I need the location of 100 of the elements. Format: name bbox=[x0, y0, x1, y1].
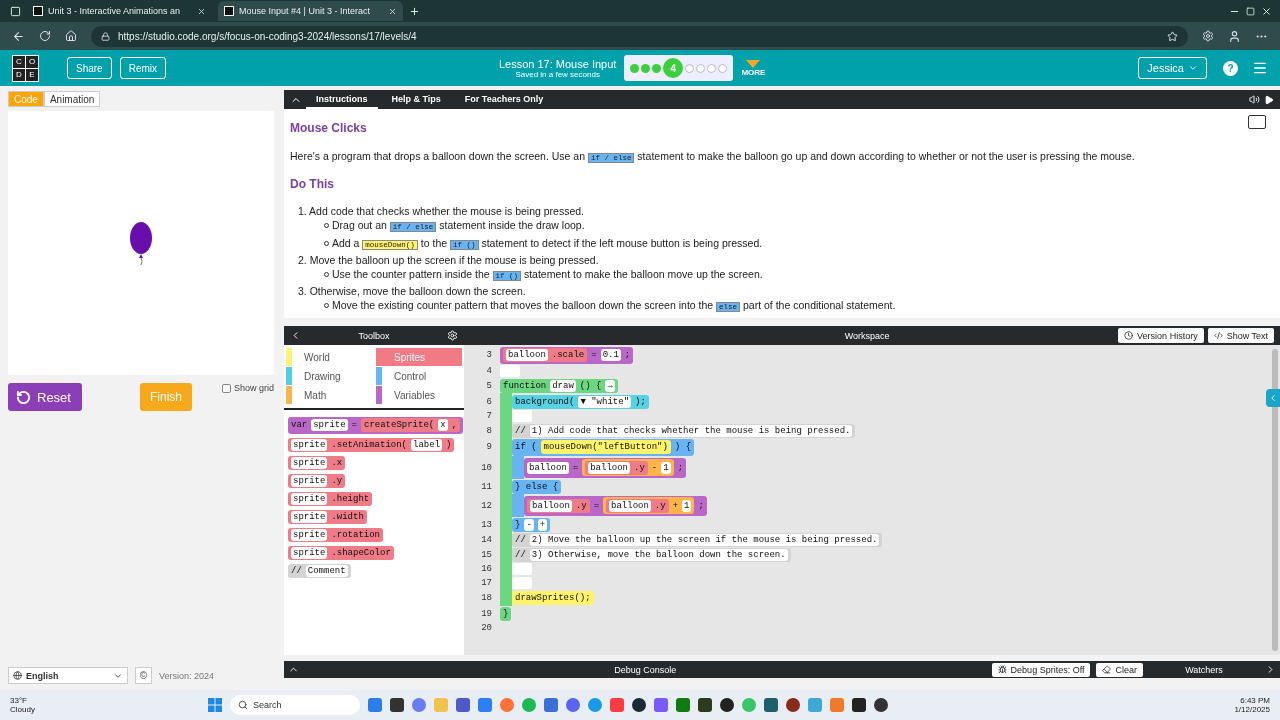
instruction-heading: Do This bbox=[290, 177, 335, 191]
code-block[interactable]: sprite .width bbox=[288, 509, 367, 524]
code-slot: 1) Add code that checks whether the mouse is being pressed. bbox=[529, 424, 853, 437]
code-token: + bbox=[672, 499, 679, 512]
toolbox-title: Toolbox bbox=[358, 330, 390, 341]
lesson-title: Lesson 17: Mouse Input bbox=[498, 57, 617, 70]
instructions-tab[interactable]: Help & Tips bbox=[381, 90, 451, 109]
code-slot: sprite bbox=[291, 438, 328, 451]
code-token: .y bbox=[654, 499, 666, 512]
code-token: function bbox=[503, 379, 547, 392]
code-token: .scale bbox=[551, 349, 585, 361]
code-block[interactable]: var sprite = createSprite( x , bbox=[288, 416, 464, 434]
code-block[interactable]: sprite .x bbox=[288, 455, 346, 470]
line-number: 11 bbox=[480, 480, 492, 494]
code-slot: 0.1 bbox=[600, 349, 621, 361]
code-slot: 2) Move the balloon up the screen if the mouse is being pressed. bbox=[529, 533, 880, 546]
code-token: var bbox=[291, 419, 308, 431]
clock: 6:43 PM 1/12/2025 bbox=[1234, 696, 1270, 714]
code-slot: x bbox=[438, 419, 448, 431]
code-block[interactable]: sprite .rotation bbox=[288, 527, 383, 542]
line-number: 20 bbox=[480, 622, 492, 635]
code-slot: sprite bbox=[291, 510, 328, 523]
workspace-button[interactable]: Show Text bbox=[1207, 328, 1274, 343]
code-token: .shapeColor bbox=[331, 546, 391, 559]
code-slot: + bbox=[537, 518, 548, 531]
code-token: = bbox=[351, 419, 357, 431]
show-grid-checkbox[interactable]: Show grid bbox=[221, 383, 274, 393]
instructions-tab[interactable]: For Teachers Only bbox=[454, 90, 554, 109]
code-slot: sprite bbox=[291, 474, 328, 487]
code-slot: sprite bbox=[291, 528, 328, 541]
code-slot: label bbox=[411, 438, 443, 451]
code-block[interactable]: balloon .y bbox=[606, 498, 669, 513]
line-number: 6 bbox=[485, 395, 492, 409]
browser-tab[interactable]: Mouse Input #4 | Unit 3 - Interact bbox=[218, 1, 403, 21]
line-number: 9 bbox=[485, 441, 492, 454]
line-number: 5 bbox=[485, 379, 492, 393]
line-number: 19 bbox=[480, 607, 492, 621]
address-bar[interactable]: https://studio.code.org/s/focus-on-coding3-2024/lessons/17/levels/4 bbox=[91, 25, 1188, 47]
code-block[interactable]: sprite .setAnimation( label ) bbox=[288, 437, 455, 452]
code-token: .y bbox=[634, 461, 645, 474]
code-token: , bbox=[451, 419, 458, 431]
code-token: createSprite( bbox=[364, 419, 435, 431]
code-token: ; bbox=[698, 499, 704, 512]
code-token: = bbox=[572, 461, 579, 474]
code-slot: balloon bbox=[588, 461, 631, 474]
code-block[interactable]: balloon .y bbox=[527, 498, 590, 513]
line-number: 4 bbox=[485, 365, 492, 378]
code-token: // bbox=[515, 533, 526, 546]
code-slot: sprite bbox=[311, 419, 348, 431]
code-slot: sprite bbox=[291, 546, 328, 559]
code-token: } bbox=[503, 607, 509, 620]
code-token: .x bbox=[331, 456, 343, 469]
code-token: .y bbox=[575, 499, 587, 512]
copyright-button[interactable]: © bbox=[135, 667, 152, 684]
version-text: Version: 2024 bbox=[159, 670, 215, 681]
browser-tab[interactable]: Unit 3 - Interactive Animations an bbox=[27, 1, 212, 21]
code-slot: → bbox=[605, 379, 615, 392]
code-token: } bbox=[515, 518, 521, 531]
line-number: 13 bbox=[480, 518, 492, 532]
code-token: drawSprites(); bbox=[515, 591, 591, 604]
code-token: background( bbox=[515, 395, 575, 408]
instructions-tab[interactable]: Instructions bbox=[306, 90, 378, 109]
code-token: = bbox=[591, 349, 597, 361]
line-number: 10 bbox=[480, 461, 492, 475]
code-token: ; bbox=[624, 349, 631, 361]
code-token: - bbox=[651, 461, 658, 474]
code-token: .rotation bbox=[331, 528, 380, 541]
code-block[interactable]: balloon .y bbox=[585, 460, 648, 475]
line-number: 17 bbox=[480, 577, 492, 590]
weather-widget[interactable]: 33°F Cloudy bbox=[10, 696, 200, 714]
code-token: // bbox=[291, 564, 302, 577]
line-number: 16 bbox=[480, 563, 492, 576]
workspace-button[interactable]: Version History bbox=[1118, 328, 1204, 343]
code-token: .y bbox=[331, 474, 343, 487]
line-number: 12 bbox=[480, 499, 492, 513]
search-field[interactable]: Search bbox=[230, 695, 360, 715]
instruction-step: 3. Otherwise, move the balloon down the screen. bbox=[298, 285, 1260, 298]
language-select[interactable]: English bbox=[8, 667, 128, 684]
code-token: ; bbox=[677, 461, 684, 474]
code-block[interactable]: sprite .shapeColor bbox=[288, 545, 394, 560]
code-block[interactable]: createSprite( x , bbox=[361, 418, 461, 432]
code-block[interactable]: balloon .y + 1 bbox=[603, 497, 695, 514]
instruction-step: 1. Add code that checks whether the mouse is being pressed. bbox=[298, 205, 1260, 218]
debug-button[interactable]: Debug Sprites: Off bbox=[991, 662, 1091, 677]
code-slot: sprite bbox=[291, 456, 328, 469]
line-number: 18 bbox=[480, 591, 492, 605]
line-number: 7 bbox=[485, 410, 492, 423]
debug-button[interactable]: Clear bbox=[1096, 662, 1143, 677]
code-block[interactable]: sprite .height bbox=[288, 491, 373, 506]
code-block[interactable]: balloon .scale bbox=[503, 348, 588, 362]
code-slot: 1 bbox=[682, 499, 692, 512]
mode-tab[interactable]: Animation bbox=[43, 91, 101, 107]
code-block[interactable]: sprite .y bbox=[288, 473, 346, 488]
reset-button[interactable]: Reset bbox=[8, 383, 82, 411]
code-block[interactable]: // Comment bbox=[288, 563, 351, 578]
code-block[interactable]: balloon .y - 1 bbox=[582, 459, 674, 476]
code-token: if ( bbox=[515, 441, 537, 453]
code-token: .height bbox=[331, 492, 370, 505]
logo: C O D E bbox=[12, 54, 39, 82]
code-slot: balloon bbox=[609, 499, 651, 512]
